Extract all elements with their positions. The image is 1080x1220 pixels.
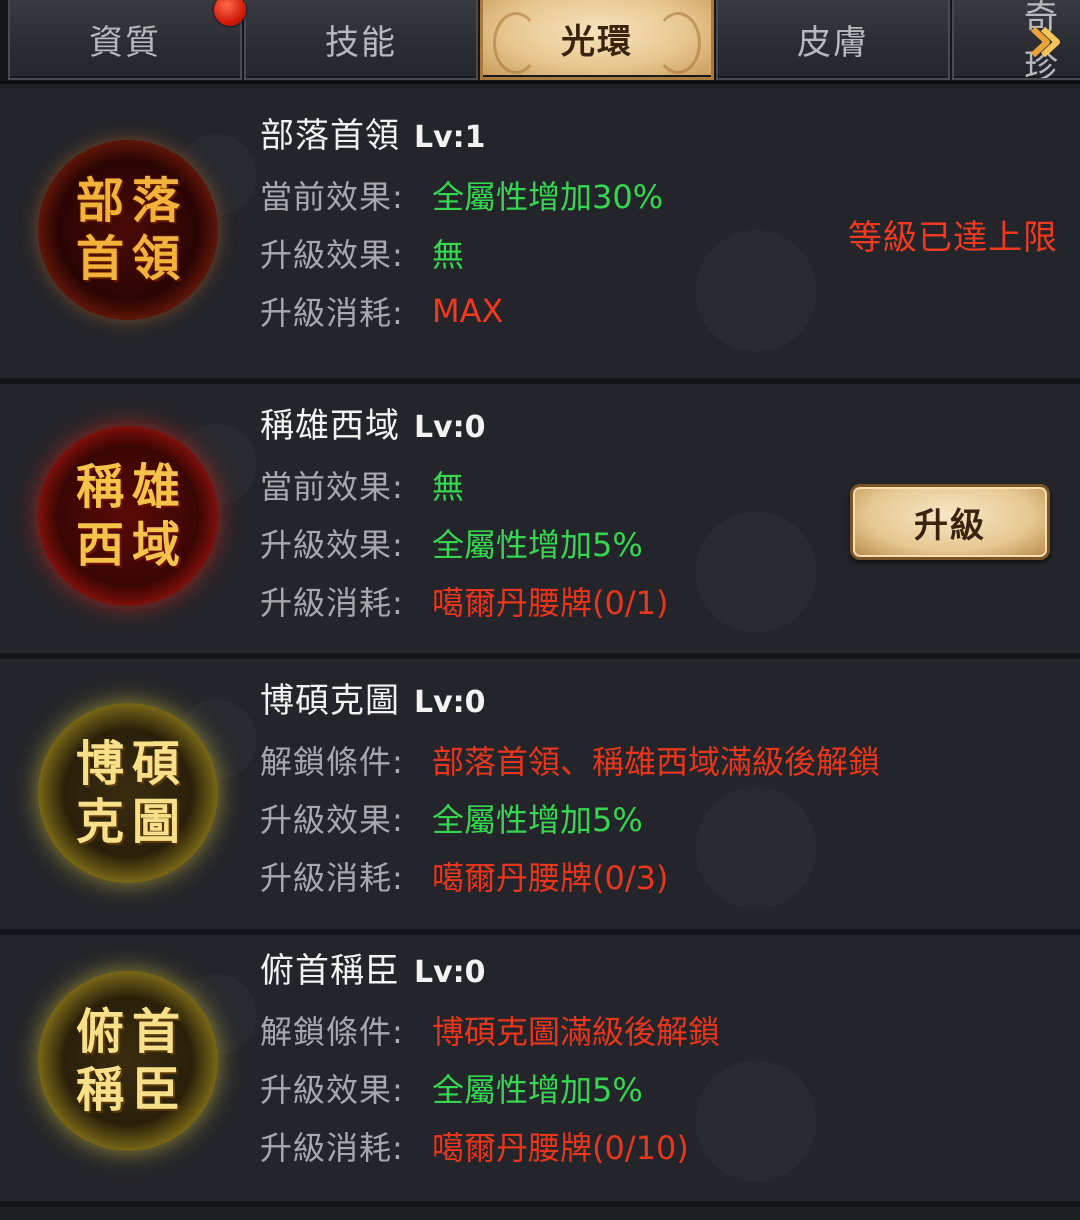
- emblem-char: 俯: [75, 1004, 124, 1060]
- upgrade-cost: 噶爾丹腰牌(0/1): [432, 584, 669, 622]
- upgrade-effect: 全屬性增加5%: [432, 801, 643, 839]
- emblem-char: 首: [131, 1004, 180, 1060]
- tab-bar: 資質 技能 光環 皮膚 奇珍: [0, 0, 1080, 84]
- emblem-char: 雄: [131, 459, 180, 515]
- line-label: 升級消耗:: [260, 1129, 404, 1167]
- upgrade-cost: MAX: [432, 292, 504, 330]
- aura-level: Lv:0: [414, 685, 486, 720]
- line-label: 升級效果:: [260, 801, 404, 839]
- aura-emblem: 俯 首 稱 臣: [38, 971, 218, 1151]
- aura-name: 部落首領: [260, 116, 400, 156]
- line-label: 解鎖條件:: [260, 743, 404, 781]
- emblem-char: 域: [131, 517, 180, 573]
- aura-name: 博碩克圖: [260, 681, 400, 721]
- line-label: 升級消耗:: [260, 294, 404, 332]
- emblem-char: 稱: [75, 459, 124, 515]
- tab-label: 資質: [89, 22, 161, 63]
- emblem-char: 落: [131, 173, 180, 229]
- emblem-char: 克: [75, 794, 124, 850]
- aura-row: 俯 首 稱 臣 俯首稱臣 Lv:0 解鎖條件: 博碩克圖滿級後解鎖 升級效果: …: [0, 935, 1080, 1207]
- line-label: 當前效果:: [260, 468, 404, 506]
- emblem-char: 首: [75, 231, 124, 287]
- current-effect: 全屬性增加30%: [432, 178, 664, 216]
- upgrade-effect: 無: [432, 236, 465, 274]
- emblem-char: 稱: [75, 1062, 124, 1118]
- aura-name: 俯首稱臣: [260, 951, 400, 991]
- aura-emblem: 稱 雄 西 域: [38, 426, 218, 606]
- tab-skins[interactable]: 皮膚: [716, 0, 950, 80]
- line-label: 升級效果:: [260, 1071, 404, 1109]
- aura-row: 稱 雄 西 域 稱雄西域 Lv:0 當前效果: 無 升級效果: 全屬性增加5% …: [0, 384, 1080, 659]
- emblem-char: 博: [75, 736, 124, 792]
- scroll-right-icon[interactable]: [1024, 20, 1068, 64]
- aura-level: Lv:0: [414, 410, 486, 445]
- aura-info: 俯首稱臣 Lv:0 解鎖條件: 博碩克圖滿級後解鎖 升級效果: 全屬性增加5% …: [260, 943, 720, 1175]
- tab-label: 皮膚: [797, 22, 869, 63]
- aura-name: 稱雄西域: [260, 406, 400, 446]
- line-label: 當前效果:: [260, 178, 404, 216]
- current-effect: 無: [432, 468, 465, 506]
- unlock-condition: 部落首領、稱雄西域滿級後解鎖: [432, 743, 881, 781]
- tab-skills[interactable]: 技能: [244, 0, 478, 80]
- emblem-char: 碩: [131, 736, 180, 792]
- upgrade-cost: 噶爾丹腰牌(0/3): [432, 859, 669, 897]
- aura-level: Lv:1: [414, 120, 486, 155]
- aura-emblem: 博 碩 克 圖: [38, 703, 218, 883]
- tab-aura[interactable]: 光環: [480, 0, 714, 80]
- tab-label: 技能: [325, 22, 397, 63]
- aura-list: 部 落 首 領 部落首領 Lv:1 當前效果: 全屬性增加30% 升級效果: 無…: [0, 88, 1080, 1207]
- aura-row: 博 碩 克 圖 博碩克圖 Lv:0 解鎖條件: 部落首領、稱雄西域滿級後解鎖 升…: [0, 659, 1080, 935]
- line-label: 升級效果:: [260, 526, 404, 564]
- line-label: 解鎖條件:: [260, 1013, 404, 1051]
- emblem-char: 領: [131, 231, 180, 287]
- aura-info: 稱雄西域 Lv:0 當前效果: 無 升級效果: 全屬性增加5% 升級消耗: 噶爾…: [260, 398, 668, 630]
- aura-row: 部 落 首 領 部落首領 Lv:1 當前效果: 全屬性增加30% 升級效果: 無…: [0, 88, 1080, 384]
- emblem-char: 圖: [131, 794, 180, 850]
- aura-level: Lv:0: [414, 955, 486, 990]
- upgrade-button-label: 升級: [914, 505, 986, 546]
- upgrade-effect: 全屬性增加5%: [432, 1071, 643, 1109]
- line-label: 升級消耗:: [260, 859, 404, 897]
- unlock-condition: 博碩克圖滿級後解鎖: [432, 1013, 721, 1051]
- emblem-char: 部: [75, 173, 124, 229]
- aura-info: 博碩克圖 Lv:0 解鎖條件: 部落首領、稱雄西域滿級後解鎖 升級效果: 全屬性…: [260, 673, 880, 905]
- upgrade-button[interactable]: 升級: [850, 484, 1050, 560]
- aura-info: 部落首領 Lv:1 當前效果: 全屬性增加30% 升級效果: 無 升級消耗: M…: [260, 108, 663, 340]
- aura-emblem: 部 落 首 領: [38, 140, 218, 320]
- upgrade-cost: 噶爾丹腰牌(0/10): [432, 1129, 689, 1167]
- max-level-status: 等級已達上限: [848, 218, 1058, 258]
- line-label: 升級消耗:: [260, 584, 404, 622]
- emblem-char: 臣: [131, 1062, 180, 1118]
- tab-aptitude[interactable]: 資質: [8, 0, 242, 80]
- line-label: 升級效果:: [260, 236, 404, 274]
- upgrade-effect: 全屬性增加5%: [432, 526, 643, 564]
- emblem-char: 西: [75, 517, 124, 573]
- tab-label: 光環: [561, 22, 633, 62]
